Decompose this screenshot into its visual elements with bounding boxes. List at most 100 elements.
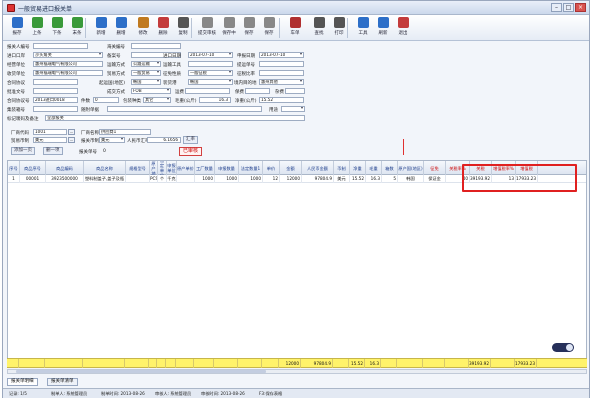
attached-docs-field[interactable]: [107, 106, 262, 112]
table-cell[interactable]: 美元: [334, 175, 350, 183]
column-header[interactable]: 净重: [350, 161, 366, 175]
loading-port-field[interactable]: 韩国: [188, 79, 233, 85]
column-header[interactable]: 金额: [280, 161, 302, 175]
column-header[interactable]: 征免: [424, 161, 446, 175]
column-header[interactable]: 商品名称: [84, 161, 126, 175]
tab-declaration-list[interactable]: 报关单清单: [47, 378, 78, 386]
column-header[interactable]: 原产单价: [177, 161, 195, 175]
marks-remarks-field[interactable]: 全部报关: [45, 115, 305, 121]
insurance-field[interactable]: [245, 88, 270, 94]
maker-code-lookup-button[interactable]: ...: [68, 129, 75, 135]
column-header[interactable]: 申报单位: [167, 161, 177, 175]
gross-weight-field[interactable]: 16.3: [199, 97, 231, 103]
misc-fee-field[interactable]: [285, 88, 305, 94]
delete-item-button[interactable]: 删一项: [43, 147, 63, 155]
horizontal-scrollbar[interactable]: [7, 369, 587, 374]
column-header[interactable]: 币制: [334, 161, 350, 175]
table-cell[interactable]: 15.52: [350, 175, 366, 183]
table-cell[interactable]: 1000: [195, 175, 215, 183]
toolbar-button-17[interactable]: 刷新: [373, 17, 393, 39]
approved-button[interactable]: 已审核: [179, 147, 203, 156]
column-header[interactable]: 人民币金额: [302, 161, 334, 175]
tab-declaration-detail[interactable]: 报关单明细: [7, 378, 38, 386]
license-no-field[interactable]: [33, 79, 78, 85]
package-field[interactable]: 其它: [143, 97, 171, 103]
rmb-rate-field[interactable]: 6.1656: [147, 137, 181, 143]
table-cell[interactable]: 00001: [20, 175, 46, 183]
toolbar-button-7[interactable]: 删除: [153, 17, 173, 39]
toolbar-button-4[interactable]: 新增: [91, 17, 111, 39]
table-cell[interactable]: 个: [158, 175, 167, 183]
column-header[interactable]: 箱数: [382, 161, 398, 175]
toolbar-button-6[interactable]: 修改: [133, 17, 153, 39]
toolbar-button-3[interactable]: 末条: [67, 17, 87, 39]
declarant-no-field[interactable]: [33, 43, 88, 49]
pieces-field[interactable]: 0: [93, 97, 119, 103]
column-header[interactable]: 申报数量: [215, 161, 239, 175]
operating-unit-field[interactable]: 惠州福瑞电气有限公司: [33, 61, 103, 67]
column-header[interactable]: 法定单位: [158, 161, 167, 175]
table-cell[interactable]: 1: [8, 175, 20, 183]
table-cell[interactable]: 3923500000: [46, 175, 84, 183]
import-date-field[interactable]: 2013-07-10: [188, 52, 233, 58]
table-cell[interactable]: [126, 175, 150, 183]
declare-currency-field[interactable]: 美元: [99, 137, 125, 143]
toolbar-button-2[interactable]: 下条: [47, 17, 67, 39]
toolbar-button-13[interactable]: 车单: [285, 17, 305, 39]
maker-name-field[interactable]: 供应商1: [99, 129, 151, 135]
column-header[interactable]: 商品编码: [46, 161, 84, 175]
table-cell[interactable]: 16.3: [366, 175, 382, 183]
column-header[interactable]: 原产国(地区): [398, 161, 424, 175]
table-cell[interactable]: 12: [263, 175, 280, 183]
customs-no-field[interactable]: [131, 43, 181, 49]
usage-field[interactable]: [281, 106, 305, 112]
minimize-button[interactable]: –: [551, 3, 562, 12]
column-header[interactable]: 单价: [263, 161, 280, 175]
import-port-field[interactable]: 沙头角关: [33, 52, 103, 58]
maker-code-field[interactable]: 1001: [33, 129, 67, 135]
transport-tool-field[interactable]: [188, 61, 233, 67]
column-header[interactable]: 规格型号: [126, 161, 150, 175]
trade-currency-field[interactable]: 美元: [33, 137, 67, 143]
table-cell[interactable]: 1000: [215, 175, 239, 183]
column-header[interactable]: 毛重: [366, 161, 382, 175]
destination-field[interactable]: 惠州其他: [259, 79, 304, 85]
toolbar-button-15[interactable]: 打印: [329, 17, 349, 39]
tax-nature-field[interactable]: 一般征税: [188, 70, 233, 76]
toolbar-button-18[interactable]: 退出: [393, 17, 413, 39]
tax-ratio-field[interactable]: [259, 70, 304, 76]
table-cell[interactable]: 塑料制盖子,盖子及瓶: [84, 175, 126, 183]
bill-no-field[interactable]: [259, 61, 304, 67]
toolbar-button-5[interactable]: 删增: [111, 17, 131, 39]
toolbar-button-0[interactable]: 报存: [7, 17, 27, 39]
column-header[interactable]: 法定数量1: [239, 161, 263, 175]
approval-no-field[interactable]: [33, 88, 78, 94]
consignee-field[interactable]: 惠州福瑞电气有限公司: [33, 70, 103, 76]
table-cell[interactable]: [177, 175, 195, 183]
maximize-button[interactable]: □: [563, 3, 574, 12]
table-cell[interactable]: 5: [382, 175, 398, 183]
column-header[interactable]: 序号: [8, 161, 20, 175]
toolbar-button-1[interactable]: 上条: [27, 17, 47, 39]
container-no-field[interactable]: [33, 106, 78, 112]
table-cell[interactable]: 1000: [239, 175, 263, 183]
toolbar-button-9[interactable]: 提交审核: [197, 17, 217, 39]
toolbar-button-14[interactable]: 查找: [309, 17, 329, 39]
toolbar-button-10[interactable]: 保存中: [219, 17, 239, 39]
toolbar-button-16[interactable]: 工具: [353, 17, 373, 39]
table-cell[interactable]: 97804.9: [302, 175, 334, 183]
column-header[interactable]: 商品序号: [20, 161, 46, 175]
contract-no-field[interactable]: 2013进口0018: [33, 97, 78, 103]
toolbar-button-11[interactable]: 保存: [239, 17, 259, 39]
deal-mode-field[interactable]: FOB: [131, 88, 171, 94]
freight-field[interactable]: [185, 88, 230, 94]
trade-currency-lookup-button[interactable]: ...: [68, 137, 75, 143]
net-weight-field[interactable]: 15.52: [259, 97, 304, 103]
table-cell[interactable]: 韩国: [398, 175, 424, 183]
table-cell[interactable]: 保证金: [424, 175, 446, 183]
toolbar-button-12[interactable]: 保存: [259, 17, 279, 39]
toolbar-button-8[interactable]: 复制: [173, 17, 193, 39]
close-button[interactable]: ×: [575, 3, 586, 12]
add-item-button[interactable]: 添加一页: [11, 147, 35, 155]
table-cell[interactable]: PCS: [150, 175, 158, 183]
